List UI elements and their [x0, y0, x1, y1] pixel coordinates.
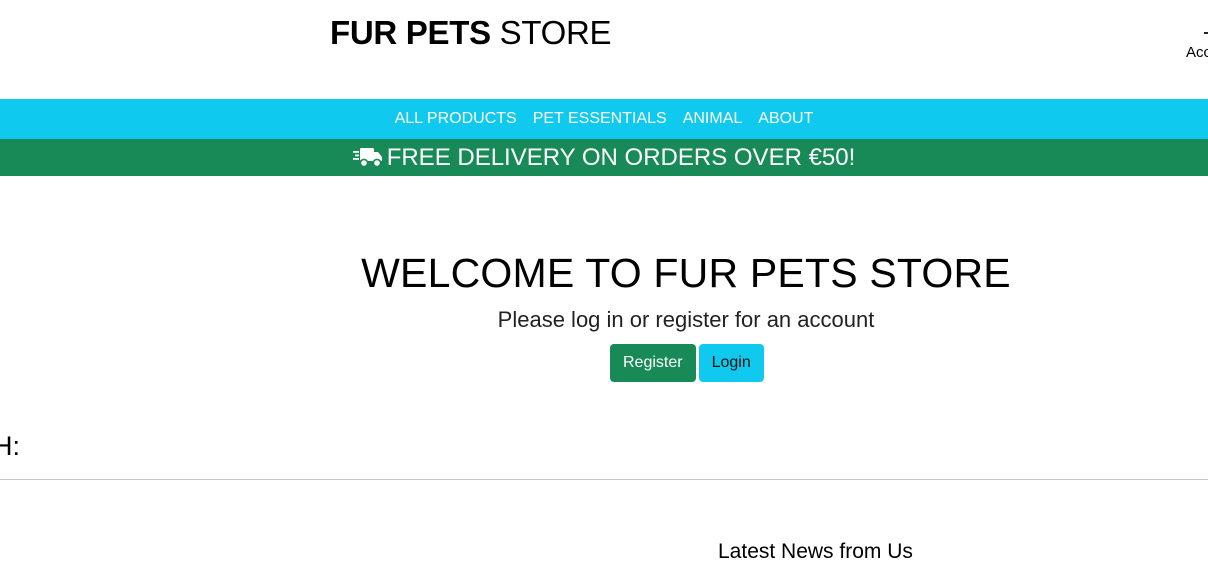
- brand-logo[interactable]: FUR PETS STORE: [330, 14, 612, 52]
- nav-item-animal[interactable]: ANIMAL: [683, 99, 743, 139]
- truck-icon: [352, 143, 383, 180]
- register-button[interactable]: Register: [610, 344, 696, 382]
- welcome-section: WELCOME TO FUR PETS STORE Please log in …: [0, 250, 1208, 333]
- brand-regular-text: STORE: [499, 14, 612, 51]
- account-icon: [1204, 32, 1208, 34]
- nav-item-about[interactable]: ABOUT: [758, 99, 813, 139]
- delivery-banner: FREE DELIVERY ON ORDERS OVER €50!: [0, 139, 1208, 176]
- main-nav: ALL PRODUCTS PET ESSENTIALS ANIMAL ABOUT: [0, 99, 1208, 139]
- auth-buttons: Register Login: [610, 344, 764, 382]
- search-heading: H:: [0, 431, 20, 461]
- account-link[interactable]: Account: [1186, 44, 1208, 61]
- page-subtitle: Please log in or register for an account: [497, 307, 875, 332]
- brand-bold-text: FUR PETS: [330, 14, 491, 51]
- nav-item-pet-essentials[interactable]: PET ESSENTIALS: [533, 99, 667, 139]
- page-title: WELCOME TO FUR PETS STORE: [361, 250, 1011, 296]
- account-label: Account: [1186, 44, 1208, 61]
- news-heading: Latest News from Us: [718, 540, 913, 563]
- login-button[interactable]: Login: [698, 344, 764, 382]
- section-divider: [0, 479, 1208, 480]
- delivery-text: FREE DELIVERY ON ORDERS OVER €50!: [386, 144, 856, 171]
- nav-item-all-products[interactable]: ALL PRODUCTS: [395, 99, 517, 139]
